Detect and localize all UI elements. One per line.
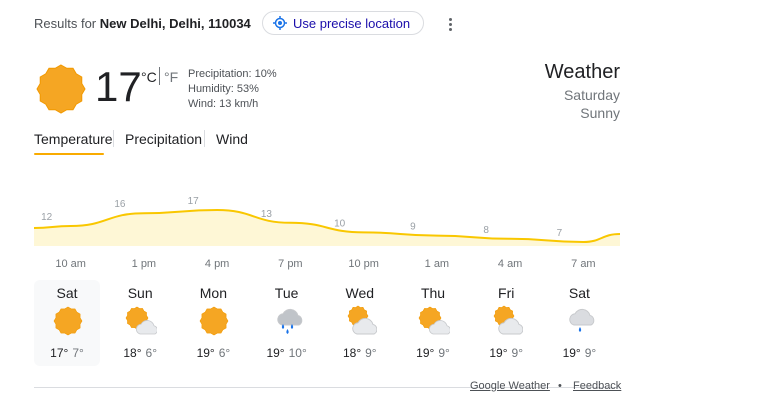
forecast-temps: 19° 6° [180, 346, 246, 360]
forecast-day-name: Sat [56, 285, 78, 301]
forecast-high: 19° [562, 346, 581, 360]
tab-precipitation[interactable]: Precipitation [125, 131, 202, 147]
hour-label: 7 pm [278, 258, 302, 270]
sunny-icon [53, 306, 83, 336]
current-condition: Sunny [580, 105, 620, 121]
forecast-high: 18° [123, 346, 142, 360]
forecast-low: 6° [218, 346, 231, 360]
location-target-icon [273, 16, 287, 30]
tab-temperature[interactable]: Temperature [34, 131, 113, 147]
forecast-day[interactable]: Fri 19° 9° [473, 280, 539, 366]
active-tab-indicator [34, 153, 104, 155]
forecast-low: 7° [72, 346, 84, 360]
forecast-day-name: Wed [345, 285, 375, 301]
partly-cloudy-icon [125, 306, 158, 335]
results-for-location: Results for New Delhi, Delhi, 110034 [34, 16, 251, 31]
sunny-icon [36, 64, 86, 114]
forecast-high: 19° [196, 346, 215, 360]
forecast-day-name: Tue [274, 285, 299, 301]
weather-title: Weather [544, 61, 620, 83]
temperature-value-label: 10 [334, 218, 346, 229]
sunny-icon [200, 306, 229, 336]
temperature-value-label: 8 [483, 225, 489, 236]
use-precise-location-label: Use precise location [293, 15, 411, 31]
forecast-low: 9° [511, 346, 523, 360]
forecast-day[interactable]: Sat 19° 9° [546, 280, 612, 366]
feedback-link[interactable]: Feedback [573, 380, 621, 392]
forecast-high: 19° [489, 346, 508, 360]
precipitation-stat: Precipitation: 10% [188, 68, 277, 80]
forecast-low: 6° [145, 346, 157, 360]
unit-celsius[interactable]: °C [141, 69, 157, 85]
forecast-low: 9° [365, 346, 377, 360]
forecast-day[interactable]: Wed 18° 9° [327, 280, 393, 366]
forecast-temps: 17° 7° [34, 346, 100, 360]
humidity-stat: Humidity: 53% [188, 83, 259, 95]
unit-fahrenheit[interactable]: °F [164, 69, 178, 85]
forecast-high: 18° [342, 346, 362, 360]
forecast-day[interactable]: Sun 18° 6° [107, 280, 173, 366]
tab-wind[interactable]: Wind [216, 131, 248, 147]
forecast-temps: 19° 9° [546, 346, 612, 360]
forecast-temps: 18° 6° [107, 346, 173, 360]
forecast-temps: 19° 9° [400, 346, 466, 360]
google-weather-link[interactable]: Google Weather [470, 380, 550, 392]
forecast-high: 17° [50, 346, 69, 360]
temperature-chart: 12 10 am 16 1 pm 17 4 pm 13 7 pm 10 10 pm 9 1 am 8 4 … [33, 196, 621, 270]
tab-divider [204, 130, 205, 147]
wind-stat: Wind: 13 km/h [188, 98, 259, 110]
forecast-temps: 19° 9° [473, 346, 539, 360]
partly-cloudy-icon [418, 306, 450, 335]
temperature-value-label: 9 [410, 222, 416, 233]
hour-label: 1 pm [132, 258, 156, 270]
hour-label: 4 pm [205, 258, 229, 270]
forecast-day-name: Sun [127, 285, 153, 301]
hour-label: 1 am [425, 258, 449, 270]
more-options-icon[interactable] [444, 14, 456, 34]
forecast-low: 9° [438, 346, 450, 360]
forecast-low: 10° [288, 346, 307, 360]
forecast-day-name: Fri [498, 285, 515, 301]
forecast-day[interactable]: Mon 19° 6° [180, 280, 246, 366]
temperature-value-label: 12 [41, 212, 53, 223]
unit-divider [159, 67, 160, 85]
forecast-day[interactable]: Tue 19° 10° [254, 280, 320, 366]
temperature-value-label: 13 [261, 209, 273, 220]
forecast-high: 19° [416, 346, 435, 360]
mostly-cloudy-icon [493, 305, 524, 335]
cloudy-rain-icon [569, 308, 595, 332]
forecast-temps: 18° 9° [327, 346, 393, 360]
hour-label: 10 pm [348, 258, 379, 270]
forecast-high: 19° [266, 346, 285, 360]
results-prefix: Results for [34, 16, 97, 31]
footer-separator: • [558, 380, 562, 392]
use-precise-location-button[interactable]: Use precise location [262, 11, 424, 35]
mostly-cloudy-icon [347, 305, 377, 335]
current-temperature: 17 [95, 63, 142, 110]
hour-label: 10 am [55, 258, 86, 270]
current-day: Saturday [563, 87, 620, 103]
hour-label: 4 am [498, 258, 522, 270]
forecast-temps: 19° 10° [254, 346, 320, 360]
tab-divider [113, 130, 114, 147]
temperature-value-label: 16 [114, 199, 126, 210]
temperature-value-label: 17 [188, 196, 200, 207]
forecast-day[interactable]: Thu 19° 9° [400, 280, 466, 366]
hour-label: 7 am [571, 258, 595, 270]
rain-icon [276, 308, 302, 334]
temperature-value-label: 7 [557, 228, 563, 239]
forecast-day-name: Thu [420, 285, 446, 301]
forecast-low: 9° [584, 346, 597, 360]
location-name: New Delhi, Delhi, 110034 [99, 16, 251, 31]
forecast-day-name: Mon [199, 285, 227, 301]
forecast-day[interactable]: Sat 17° 7° [34, 280, 100, 366]
forecast-day-name: Sat [568, 285, 590, 301]
